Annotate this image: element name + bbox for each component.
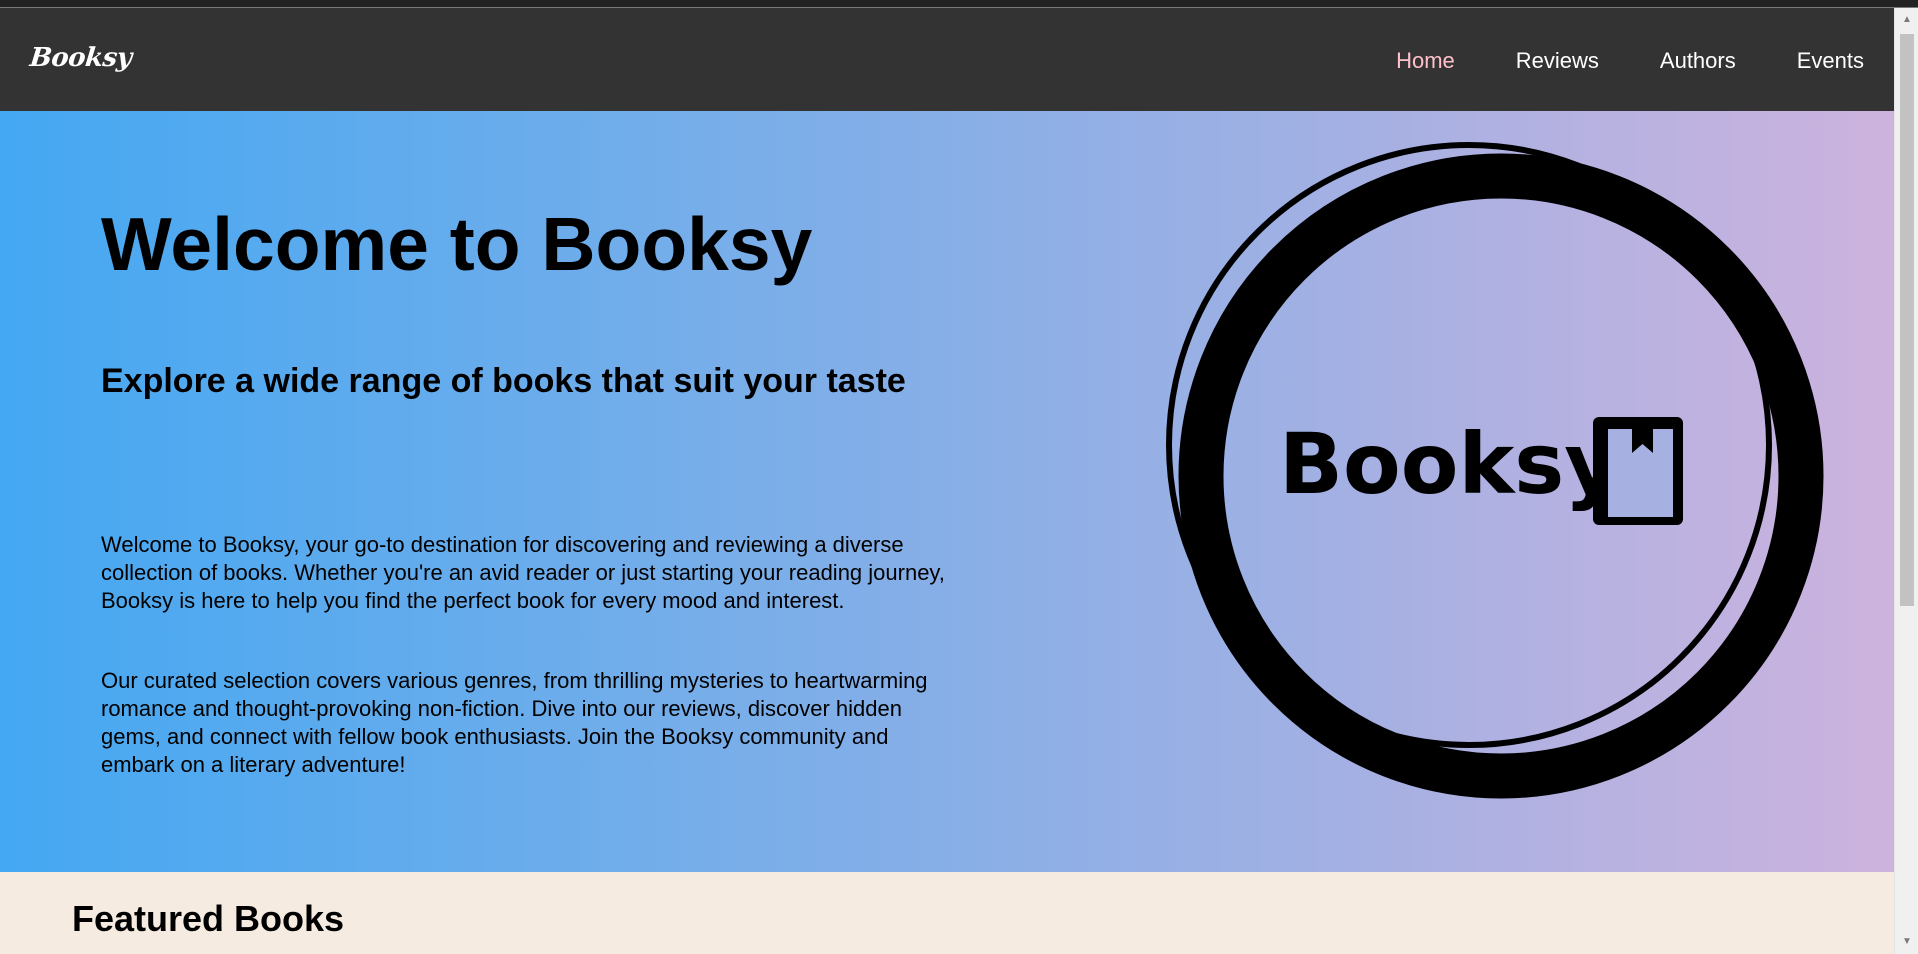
bookmark-book-icon [1593,417,1683,525]
featured-section: Featured Books [0,872,1894,954]
hero-subtitle: Explore a wide range of books that suit … [101,362,906,400]
nav-link-reviews[interactable]: Reviews [1516,49,1599,73]
nav-links: Home Reviews Authors Events [1335,49,1864,73]
navbar: Booksy Home Reviews Authors Events [0,8,1894,111]
logo-rings: Booksy [1166,142,1824,799]
triangle-down-icon[interactable]: ▼ [1895,930,1918,954]
brand-logo[interactable]: Booksy [28,43,133,73]
browser-top-edge [0,0,1918,8]
triangle-up-icon[interactable]: ▲ [1895,8,1918,32]
hero-paragraph: Our curated selection covers various gen… [101,668,928,777]
vertical-scrollbar[interactable]: ▲ ▼ [1894,8,1918,954]
featured-title: Featured Books [72,898,345,939]
nav-link-home[interactable]: Home [1396,49,1455,73]
hero-section: Welcome to Booksy Explore a wide range o… [0,111,1894,872]
hero-title: Welcome to Booksy [101,202,813,286]
hero-paragraph: Welcome to Booksy, your go-to destinatio… [101,532,945,613]
logo-wordmark: Booksy [1279,415,1619,513]
scrollbar-thumb[interactable] [1900,34,1914,606]
booksy-logo-graphic: Booksy [1140,121,1840,821]
nav-link-authors[interactable]: Authors [1660,49,1736,73]
nav-link-events[interactable]: Events [1797,49,1864,73]
